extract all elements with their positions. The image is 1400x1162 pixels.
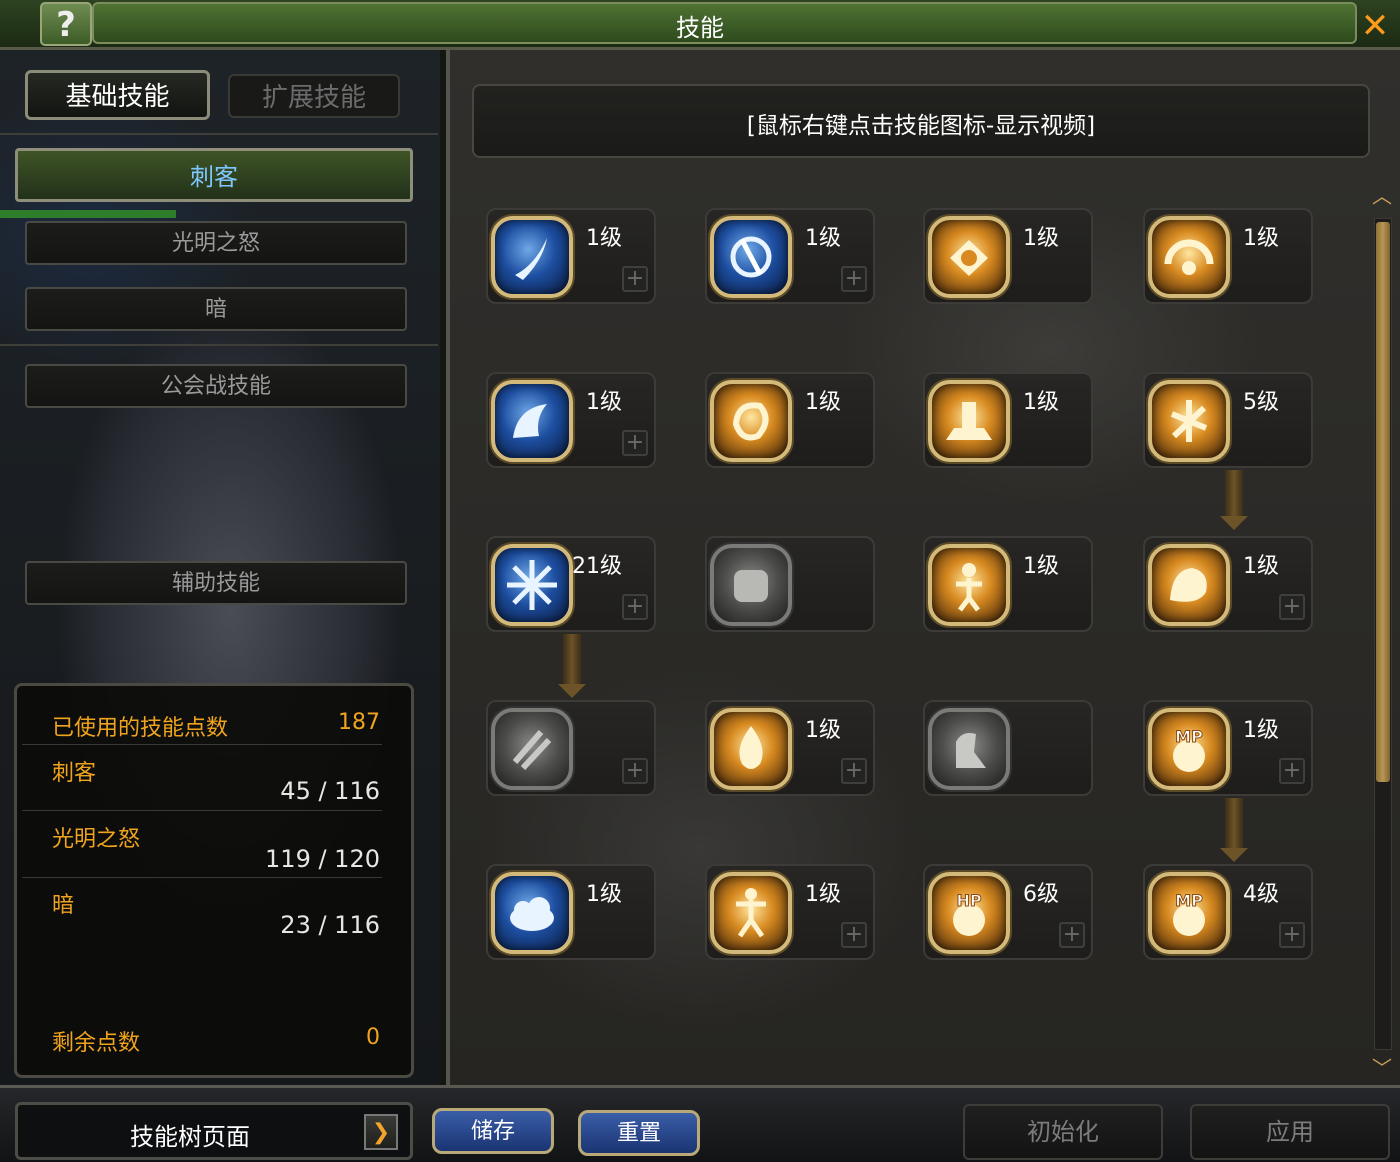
remaining-points-value: 0 <box>366 1025 380 1050</box>
svg-text:MP: MP <box>1175 727 1203 746</box>
plus-icon[interactable]: + <box>622 594 648 620</box>
hint-text: [鼠标右键点击技能图标-显示视频] <box>746 113 1096 139</box>
divider <box>22 744 382 745</box>
prerequisite-link <box>1225 798 1243 850</box>
dark-points-value: 23 / 116 <box>280 911 380 939</box>
prerequisite-link <box>563 634 581 686</box>
svg-text:HP: HP <box>956 891 981 910</box>
help-button[interactable]: ? <box>40 2 92 46</box>
fist-icon[interactable] <box>710 544 792 626</box>
arrow-down-icon <box>1220 848 1248 862</box>
reset-button[interactable]: 重置 <box>578 1110 700 1156</box>
skill-level: 6级 <box>1023 882 1059 907</box>
skill-level: 1级 <box>1243 226 1279 251</box>
dark-points-label: 暗 <box>52 893 75 918</box>
skill-level: 1级 <box>805 882 841 907</box>
chevron-down-icon[interactable]: ❯ <box>364 1114 398 1150</box>
category-dark[interactable]: 暗 <box>25 287 407 331</box>
category-light-wrath[interactable]: 光明之怒 <box>25 221 407 265</box>
svg-text:MP: MP <box>1175 891 1203 910</box>
skill-points-panel <box>14 683 414 1078</box>
skill-level: 21级 <box>572 554 622 579</box>
used-points-label: 已使用的技能点数 <box>52 716 229 741</box>
plus-icon[interactable]: + <box>622 758 648 784</box>
skill-level: 5级 <box>1243 390 1279 415</box>
light-wrath-points-label: 光明之怒 <box>52 827 141 852</box>
arrow-down-icon <box>1220 516 1248 530</box>
save-button[interactable]: 储存 <box>432 1108 554 1154</box>
skill-level: 1级 <box>1023 226 1059 251</box>
remaining-points-label: 剩余点数 <box>52 1031 141 1056</box>
skill-level: 1级 <box>805 226 841 251</box>
tab-basic-skills[interactable]: 基础技能 <box>25 70 210 120</box>
divider <box>22 810 382 811</box>
scroll-down-arrow-icon[interactable]: ﹀ <box>1369 1052 1395 1080</box>
skill-level: 1级 <box>1023 554 1059 579</box>
scroll-up-arrow-icon[interactable]: ︿ <box>1369 180 1395 208</box>
plus-icon[interactable]: + <box>1059 922 1085 948</box>
divider <box>22 877 382 878</box>
skill-level: 1级 <box>586 226 622 251</box>
divider <box>0 344 438 346</box>
arrow-down-icon <box>558 684 586 698</box>
apply-button[interactable]: 应用 <box>1190 1104 1390 1160</box>
plus-icon[interactable]: + <box>1279 758 1305 784</box>
skill-level: 4级 <box>1243 882 1279 907</box>
plus-icon[interactable]: + <box>622 430 648 456</box>
category-support[interactable]: 辅助技能 <box>25 561 407 605</box>
plus-icon[interactable]: + <box>1279 594 1305 620</box>
crouch-icon[interactable] <box>928 708 1010 790</box>
assassin-points-label: 刺客 <box>52 761 97 786</box>
skill-level: 1级 <box>805 390 841 415</box>
claw-icon[interactable] <box>491 708 573 790</box>
skill-level: 1级 <box>1243 718 1279 743</box>
plus-icon[interactable]: + <box>622 266 648 292</box>
tab-extended-skills[interactable]: 扩展技能 <box>228 74 400 118</box>
category-guild-war[interactable]: 公会战技能 <box>25 364 407 408</box>
skill-level: 1级 <box>1023 390 1059 415</box>
skill-level: 1级 <box>586 390 622 415</box>
skill-tree-page-label: 技能树页面 <box>130 1123 250 1151</box>
plus-icon[interactable]: + <box>841 922 867 948</box>
divider <box>0 133 438 135</box>
skill-level: 1级 <box>1243 554 1279 579</box>
light-wrath-points-value: 119 / 120 <box>265 845 380 873</box>
skill-level: 1级 <box>805 718 841 743</box>
assassin-points-value: 45 / 116 <box>280 777 380 805</box>
scrollbar-thumb[interactable] <box>1376 222 1390 782</box>
initialize-button[interactable]: 初始化 <box>963 1104 1163 1160</box>
background-hp-bar <box>0 210 176 218</box>
window-title: 技能 <box>676 14 724 42</box>
prerequisite-link <box>1225 470 1243 518</box>
plus-icon[interactable]: + <box>1279 922 1305 948</box>
plus-icon[interactable]: + <box>841 266 867 292</box>
category-assassin[interactable]: 刺客 <box>15 148 413 202</box>
skill-level: 1级 <box>586 882 622 907</box>
plus-icon[interactable]: + <box>841 758 867 784</box>
close-icon[interactable]: ✕ <box>1355 6 1395 46</box>
used-points-value: 187 <box>338 710 380 735</box>
